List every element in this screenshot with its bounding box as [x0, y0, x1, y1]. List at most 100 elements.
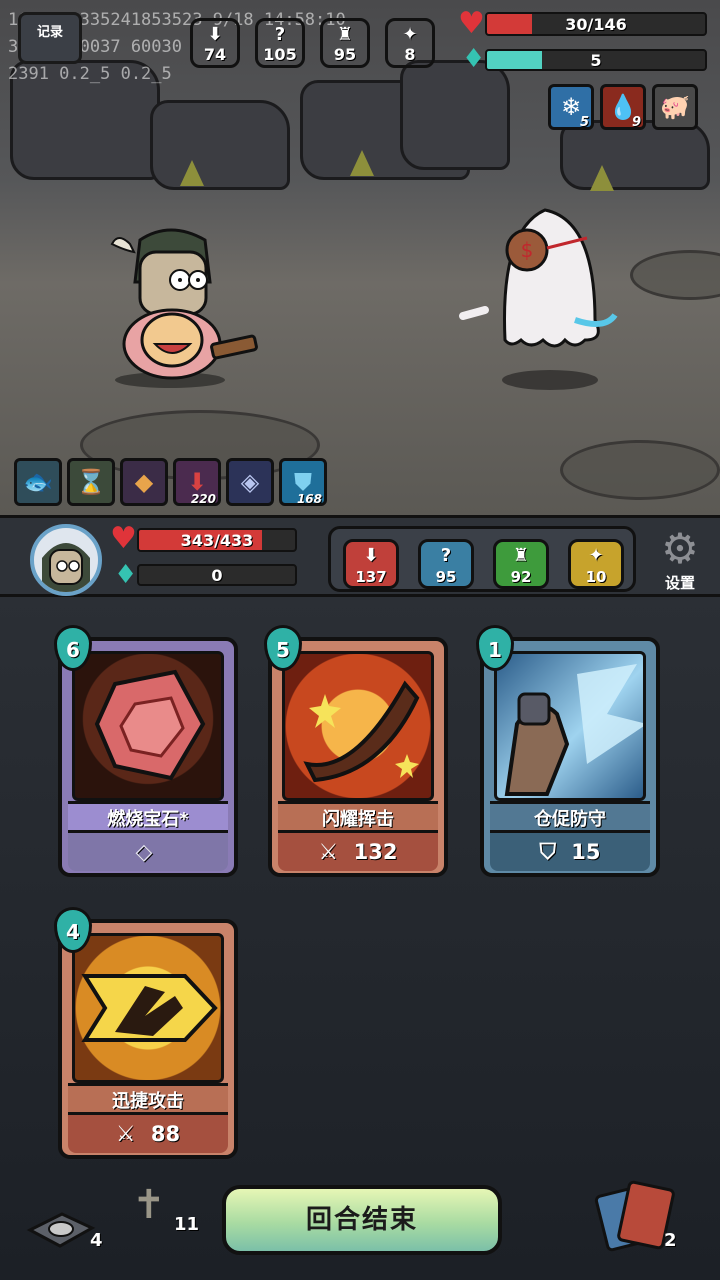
enemy-stat-mystery[interactable]: ? 105: [255, 18, 305, 68]
log-button-label: 记录: [36, 25, 63, 40]
log-button[interactable]: 记录: [18, 12, 82, 64]
question-icon: ?: [440, 545, 452, 566]
sword-icon: ⚔: [115, 1122, 136, 1147]
fish-icon: 🐟: [23, 468, 53, 496]
hourglass-icon: ⌛: [76, 468, 106, 496]
player-stat-value: 95: [435, 568, 457, 586]
card-art: [494, 651, 646, 801]
spirit-flame-icon: ♦: [114, 560, 138, 590]
player-energy-text: 0: [211, 566, 223, 585]
card-value: 132: [353, 840, 398, 864]
heart-icon: ♥: [110, 521, 137, 556]
enemy-hp-text: 30/146: [565, 15, 627, 34]
grave-icon: ✝: [132, 1182, 166, 1228]
player-avatar[interactable]: [30, 524, 102, 596]
enemy-energy-text: 5: [590, 51, 602, 70]
draw-pile-count: 4: [90, 1230, 103, 1251]
svg-text:$: $: [521, 238, 534, 262]
shield-buff[interactable]: ⛊ 168: [279, 458, 327, 506]
player-stat-defense[interactable]: ♜ 92: [493, 539, 549, 589]
player-stat-mystery[interactable]: ? 95: [418, 539, 474, 589]
card-art: [282, 651, 434, 801]
player-stat-luck[interactable]: ✦ 10: [568, 539, 624, 589]
enemy-stat-luck[interactable]: ✦ 8: [385, 18, 435, 68]
attack-down-icon: ⬇: [363, 545, 379, 566]
gem-icon: ◆: [134, 468, 154, 496]
buff-count: 220: [190, 492, 216, 506]
card-footer: ⚔ 88: [68, 1115, 228, 1153]
battle-scene: 1624714335241853523 9/18 14:58:10 30020 …: [0, 0, 720, 515]
armor-icon: ♜: [336, 24, 354, 45]
card-art: [72, 651, 224, 801]
shield-icon: ⛉: [539, 840, 556, 865]
armor-icon: ♜: [512, 545, 530, 566]
card-art: [72, 933, 224, 1083]
buff-count: 168: [296, 492, 322, 506]
exhaust-pile-button[interactable]: 2: [593, 1179, 696, 1260]
sword-icon: ⚔: [318, 840, 339, 865]
background-rock: [150, 100, 290, 190]
end-turn-label: 回合结束: [305, 1205, 418, 1235]
enemy-stat-value: 8: [404, 45, 416, 64]
card-name: 闪耀挥击: [278, 801, 438, 833]
background-rock: [400, 60, 510, 170]
end-turn-button[interactable]: 回合结束: [222, 1185, 502, 1255]
diamond-icon: ◇: [135, 840, 153, 865]
frost-status[interactable]: ❄ 5: [548, 84, 594, 130]
player-hud: ♥ 343/433 ♦ 0 ⬇ 137 ? 95 ♜ 92 ✦ 10 ⚙ 设置: [0, 515, 720, 597]
player-stats-panel: ⬇ 137 ? 95 ♜ 92 ✦ 10: [328, 526, 636, 592]
pig-icon: 🐖: [660, 93, 690, 121]
hand-area: 燃烧宝石* ◇ 6 闪耀挥击 ⚔ 132 5 仓促防守 ⛉ 15 1 迅捷攻击 …: [0, 597, 720, 1280]
enemy-stat-defense[interactable]: ♜ 95: [320, 18, 370, 68]
settings-button[interactable]: ⚙ 设置: [650, 526, 710, 598]
fish-buff[interactable]: 🐟: [14, 458, 62, 506]
card-footer: ⛉ 15: [490, 833, 650, 871]
star-icon: ✦: [588, 545, 604, 566]
enemy-stat-value: 74: [203, 45, 227, 64]
player-stat-attack[interactable]: ⬇ 137: [343, 539, 399, 589]
question-icon: ?: [274, 24, 286, 45]
crystal-icon: ◈: [240, 468, 260, 496]
card-value: 15: [571, 840, 601, 864]
card-name: 仓促防守: [490, 801, 650, 833]
draw-pile-button[interactable]: 4: [26, 1200, 116, 1260]
bleed-status[interactable]: 💧 9: [600, 84, 646, 130]
enemy-stat-value: 105: [263, 45, 297, 64]
card-value: 88: [150, 1122, 181, 1146]
player-stat-value: 92: [510, 568, 532, 586]
attack-down-icon: ⬇: [207, 24, 223, 45]
card-burning-gem[interactable]: 燃烧宝石* ◇ 6: [54, 625, 238, 877]
card-name: 燃烧宝石*: [68, 801, 228, 833]
status-count: 5: [579, 115, 589, 130]
crystal-buff[interactable]: ◈: [226, 458, 274, 506]
card-flash-strike[interactable]: 闪耀挥击 ⚔ 132 5: [264, 625, 448, 877]
enemy-ghost[interactable]: $: [455, 190, 635, 390]
exhaust-pile-count: 2: [664, 1230, 677, 1251]
discard-pile-button[interactable]: ✝ 11: [126, 1182, 206, 1252]
heart-icon: ♥: [458, 6, 485, 41]
status-count: 9: [631, 115, 641, 130]
grass-tuft: [180, 160, 204, 186]
ground-puddle: [630, 250, 720, 300]
player-stat-value: 137: [355, 568, 387, 586]
enemy-stat-attack[interactable]: ⬇ 74: [190, 18, 240, 68]
player-stat-value: 10: [585, 568, 607, 586]
discard-pile-count: 11: [174, 1214, 200, 1235]
gear-icon: ⚙: [661, 524, 699, 573]
card-swift-attack[interactable]: 迅捷攻击 ⚔ 88 4: [54, 907, 238, 1159]
grass-tuft: [590, 165, 614, 191]
star-icon: ✦: [402, 24, 418, 45]
intent-status[interactable]: 🐖: [652, 84, 698, 130]
card-footer: ◇: [68, 833, 228, 871]
grass-tuft: [350, 150, 374, 176]
card-hasty-defense[interactable]: 仓促防守 ⛉ 15 1: [476, 625, 660, 877]
spirit-flame-icon: ♦: [462, 44, 486, 74]
hourglass-buff[interactable]: ⌛: [67, 458, 115, 506]
gem-buff[interactable]: ◆: [120, 458, 168, 506]
attack-down-buff[interactable]: ⬇ 220: [173, 458, 221, 506]
player-character[interactable]: [100, 222, 260, 392]
ground-puddle: [560, 440, 720, 500]
enemy-stat-value: 95: [333, 45, 357, 64]
card-name: 迅捷攻击: [68, 1083, 228, 1115]
debug-line: 2391 0.2_5 0.2_5: [8, 64, 172, 84]
